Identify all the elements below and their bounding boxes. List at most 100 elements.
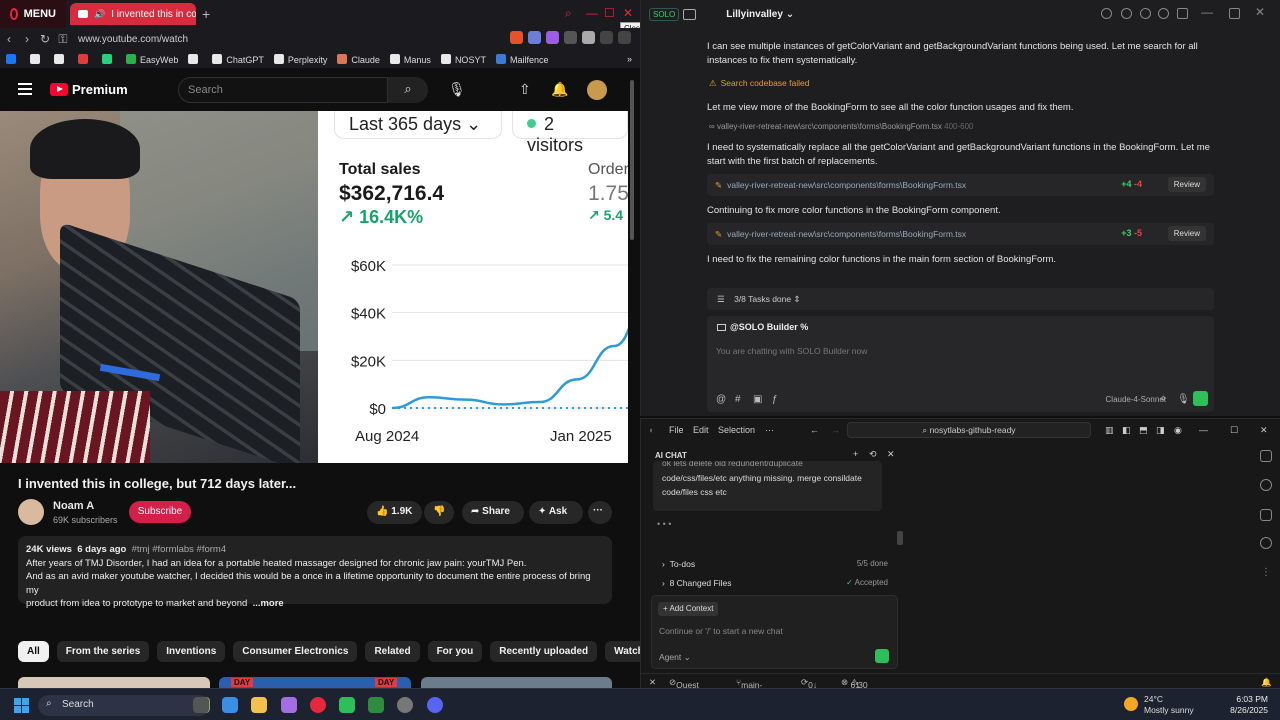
gear-icon[interactable]	[1140, 8, 1151, 19]
image-icon[interactable]: ▣	[753, 394, 762, 405]
bookmark-item[interactable]: NOSYT	[440, 53, 486, 65]
chat-scrollbar[interactable]	[897, 531, 903, 545]
description-box[interactable]: 24K views 6 days ago #tmj #formlabs #for…	[18, 536, 612, 609]
extensions-icon[interactable]	[1260, 537, 1272, 549]
search-button[interactable]: ⌕	[388, 77, 428, 103]
mention-icon[interactable]: @	[716, 394, 726, 405]
trae-icon[interactable]	[339, 697, 355, 713]
create-icon[interactable]: ⇧	[519, 81, 531, 98]
new-chat-icon[interactable]: +	[853, 449, 858, 459]
review-button-2[interactable]: Review	[1167, 226, 1206, 241]
figma-icon[interactable]: ƒ	[772, 394, 778, 405]
url-field[interactable]: www.youtube.com/watch	[78, 34, 188, 45]
bookmark-item[interactable]	[30, 53, 44, 65]
todos-row[interactable]: › To-dos 5/5 done	[662, 559, 888, 569]
github-icon[interactable]	[397, 697, 413, 713]
clock[interactable]: 6:03 PM 8/26/2025	[1218, 694, 1268, 716]
chip-recently-uploaded[interactable]: Recently uploaded	[490, 641, 598, 662]
menu-more[interactable]: ···	[765, 425, 774, 435]
maximize-icon[interactable]: ☐	[1230, 425, 1238, 436]
speaker-icon[interactable]: 🔊	[94, 9, 105, 20]
chat-input-placeholder[interactable]: Continue or '/' to start a new chat	[659, 626, 783, 636]
bookmark-item[interactable]	[6, 53, 20, 65]
tasks-progress[interactable]: ☰ 3/8 Tasks done ⇕	[707, 288, 1214, 310]
account-icon[interactable]: ◉	[1174, 425, 1182, 436]
microphone-icon[interactable]: 🎙	[448, 81, 466, 98]
more-actions-button[interactable]: ···	[588, 501, 612, 524]
easy-setup-icon[interactable]	[618, 31, 631, 44]
review-button-1[interactable]: Review	[1167, 177, 1206, 192]
search-icon[interactable]	[1260, 479, 1272, 491]
send-button[interactable]	[1193, 391, 1208, 406]
hash-icon[interactable]: #	[735, 394, 741, 405]
minimize-icon[interactable]: —	[1199, 425, 1208, 435]
sync-status[interactable]: ⟳ 0↓ 1↑	[801, 677, 817, 700]
remote-icon[interactable]: ✕	[649, 677, 656, 688]
notifications-icon[interactable]: 🔔	[1261, 677, 1272, 688]
opera-menu-button[interactable]: MENU	[0, 0, 66, 28]
copilot-icon[interactable]	[222, 697, 238, 713]
youtube-logo[interactable]: Premium	[50, 82, 128, 97]
avatar[interactable]	[587, 80, 607, 100]
bookmark-item[interactable]	[54, 53, 68, 65]
download-icon[interactable]	[600, 31, 613, 44]
chip-for-you[interactable]: For you	[427, 641, 483, 662]
solo-chat-input[interactable]: @SOLO Builder % You are chatting with SO…	[707, 316, 1214, 412]
thumbnail-3[interactable]	[421, 677, 612, 688]
reload-icon[interactable]: ↻	[36, 32, 54, 46]
quest-mode[interactable]: ⊘ Quest Mode	[669, 677, 699, 700]
collapse-icon[interactable]	[1177, 8, 1188, 19]
window-maximize-icon[interactable]	[1229, 8, 1240, 19]
ai-chat-input[interactable]: + Add Context Continue or '/' to start a…	[651, 595, 898, 669]
bookmark-item[interactable]: Mailfence	[495, 53, 548, 65]
window-close-icon[interactable]: ✕	[1255, 5, 1266, 19]
task-view-icon[interactable]	[193, 697, 209, 713]
search-tabs-icon[interactable]: ⌕	[565, 6, 572, 21]
new-tab-button[interactable]: +	[202, 6, 210, 22]
add-context-button[interactable]: + Add Context	[658, 602, 719, 616]
bookmark-item[interactable]	[102, 53, 116, 65]
account-icon[interactable]	[1158, 8, 1169, 19]
toggle-secondary-icon[interactable]: ◨	[1156, 425, 1165, 436]
channel-avatar[interactable]	[18, 499, 44, 525]
taskbar-search[interactable]: ⌕ Search	[38, 695, 210, 716]
thumbnail-2[interactable]: DAY DAY	[219, 677, 411, 688]
forward-icon[interactable]: ›	[18, 32, 36, 46]
git-branch[interactable]: ⑂ main-backup*	[736, 677, 772, 700]
model-selector[interactable]: Claude-4-Sonnet	[1106, 395, 1166, 404]
workspace-name[interactable]: Lillyinvalley ⌄	[726, 9, 794, 20]
extension-purple-icon[interactable]	[546, 31, 559, 44]
page-scrollbar[interactable]	[630, 80, 634, 240]
file-reference[interactable]: ∞ valley-river-retreat-new\src\component…	[709, 122, 973, 131]
chip-related[interactable]: Related	[365, 641, 420, 662]
more-link[interactable]: ...more	[253, 598, 284, 609]
file-edit-card-2[interactable]: ✎ valley-river-retreat-new\src\components…	[707, 223, 1214, 245]
share-button[interactable]: ➦ Share	[462, 501, 524, 524]
sidebar-toggle-icon[interactable]	[683, 8, 697, 20]
opera-icon[interactable]	[310, 697, 326, 713]
explorer-icon[interactable]	[1260, 450, 1272, 462]
dislike-button[interactable]: 👎	[424, 501, 454, 524]
send-button[interactable]	[875, 649, 889, 663]
close-icon[interactable]: ✕	[623, 6, 633, 20]
changed-files-row[interactable]: › 8 Changed Files ✓ Accepted	[662, 578, 888, 588]
chip-inventions[interactable]: Inventions	[157, 641, 226, 662]
chip-consumer-electronics[interactable]: Consumer Electronics	[233, 641, 358, 662]
source-control-icon[interactable]	[1260, 509, 1272, 521]
bookmarks-overflow-icon[interactable]: »	[627, 54, 632, 64]
more-icon[interactable]: ⋮	[1261, 567, 1271, 578]
like-button[interactable]: 👍 1.9K	[367, 501, 422, 524]
bookmark-item[interactable]: Claude	[337, 53, 380, 65]
bookmark-item[interactable]: Manus	[389, 53, 431, 65]
chip-all[interactable]: All	[18, 641, 49, 662]
chat-icon[interactable]	[1101, 8, 1112, 19]
bookmark-item[interactable]	[78, 53, 92, 65]
subscribe-button[interactable]: Subscribe	[129, 501, 191, 523]
store-icon[interactable]	[281, 697, 297, 713]
back-arrow-icon[interactable]: ←	[810, 425, 819, 435]
minimize-icon[interactable]: —	[586, 6, 598, 20]
channel-name[interactable]: Noam A	[53, 500, 94, 512]
hashtags[interactable]: #tmj #formlabs #form4	[132, 544, 227, 555]
bookmark-item[interactable]: ChatGPT	[212, 53, 264, 65]
toggle-panel-icon[interactable]: ⬒	[1139, 425, 1148, 436]
